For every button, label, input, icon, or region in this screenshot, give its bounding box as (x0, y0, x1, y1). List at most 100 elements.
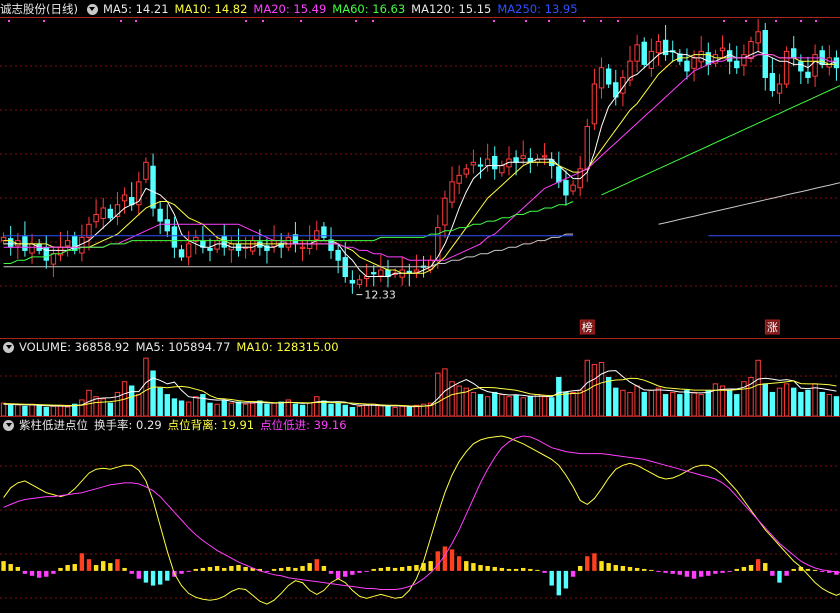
indicator-bar[interactable] (563, 570, 569, 589)
indicator-bar[interactable] (713, 570, 718, 574)
indicator-bar[interactable] (528, 568, 533, 571)
indicator-bar[interactable] (755, 559, 761, 571)
candle-body[interactable] (456, 174, 462, 184)
volume-bar[interactable] (655, 387, 662, 417)
volume-bar[interactable] (705, 389, 712, 417)
indicator-bar[interactable] (535, 569, 540, 571)
candle-body[interactable] (541, 155, 548, 158)
indicator-bar[interactable] (819, 570, 825, 572)
volume-bar[interactable] (306, 402, 313, 417)
indicator-bar[interactable] (549, 570, 554, 586)
candle-body[interactable] (634, 44, 640, 62)
indicator-bar[interactable] (186, 570, 191, 572)
volume-bar[interactable] (257, 400, 263, 417)
indicator-bar[interactable] (499, 567, 505, 571)
indicator-bar[interactable] (1, 561, 6, 571)
volume-bar[interactable] (363, 404, 370, 417)
candle-body[interactable] (207, 247, 213, 251)
volume-bar[interactable] (0, 402, 7, 417)
indicator-bar[interactable] (314, 559, 319, 571)
indicator-bar[interactable] (620, 566, 626, 571)
indicator-bar[interactable] (592, 553, 597, 571)
volume-bar[interactable] (684, 389, 690, 417)
candle-body[interactable] (93, 214, 99, 223)
candle-body[interactable] (306, 240, 313, 249)
candle-body[interactable] (250, 240, 256, 252)
candle-body[interactable] (556, 166, 562, 183)
volume-bar[interactable] (328, 403, 334, 417)
volume-bar[interactable] (64, 406, 71, 417)
candle-body[interactable] (776, 83, 783, 94)
indicator-bar[interactable] (15, 566, 21, 571)
volume-bar[interactable] (250, 402, 256, 417)
indicator-bar[interactable] (207, 566, 213, 571)
indicator-bar[interactable] (22, 570, 28, 574)
volume-bar[interactable] (584, 359, 590, 417)
volume-bar[interactable] (22, 405, 28, 417)
candle-body[interactable] (698, 50, 704, 63)
indicator-bar[interactable] (734, 568, 739, 571)
volume-bar[interactable] (164, 394, 170, 417)
volume-bar[interactable] (178, 400, 185, 417)
volume-bar[interactable] (385, 405, 391, 417)
volume-bar[interactable] (762, 383, 768, 417)
candle-body[interactable] (584, 125, 590, 170)
candle-body[interactable] (513, 157, 519, 163)
volume-bar[interactable] (314, 396, 320, 417)
volume-bar[interactable] (826, 394, 833, 417)
indicator-bar[interactable] (805, 568, 811, 571)
volume-bar[interactable] (534, 394, 541, 417)
volume-bar[interactable] (100, 398, 106, 417)
indicator-bar[interactable] (727, 570, 732, 572)
indicator-bar[interactable] (150, 570, 156, 586)
volume-bar[interactable] (470, 391, 477, 417)
volume-bar[interactable] (15, 404, 21, 417)
volume-bar[interactable] (193, 396, 199, 417)
volume-bar[interactable] (349, 406, 356, 417)
indicator-bar[interactable] (193, 568, 198, 571)
volume-bar[interactable] (591, 364, 598, 417)
candle-body[interactable] (221, 236, 227, 248)
indicator-bar[interactable] (378, 567, 384, 571)
indicator-bar[interactable] (585, 556, 590, 571)
indicator-bar[interactable] (243, 566, 248, 571)
indicator-bar[interactable] (677, 570, 683, 575)
volume-bar[interactable] (726, 389, 733, 417)
volume-bar[interactable] (477, 394, 484, 417)
candle-body[interactable] (484, 158, 491, 167)
indicator-bar[interactable] (741, 566, 747, 571)
volume-bar[interactable] (620, 389, 626, 417)
volume-bar[interactable] (677, 394, 683, 417)
volume-bar[interactable] (712, 383, 719, 417)
candle-body[interactable] (741, 54, 747, 66)
candle-body[interactable] (50, 253, 57, 265)
indicator-bar[interactable] (613, 565, 618, 571)
indicator-bar[interactable] (663, 570, 668, 573)
indicator-bar[interactable] (521, 567, 526, 571)
indicator-bar[interactable] (542, 570, 547, 573)
volume-bar[interactable] (734, 394, 740, 417)
volume-bar[interactable] (57, 404, 64, 417)
volume-bar[interactable] (698, 394, 704, 417)
indicator-bar[interactable] (36, 570, 42, 578)
candle-body[interactable] (335, 249, 341, 261)
indicator-bar[interactable] (456, 556, 462, 571)
volume-bar[interactable] (484, 396, 491, 417)
indicator-bar[interactable] (506, 568, 512, 571)
volume-bar[interactable] (214, 403, 220, 417)
volume-bar[interactable] (783, 383, 790, 417)
volume-bar[interactable] (50, 405, 57, 417)
chart-canvas[interactable]: 12.33 榜 涨 (0, 0, 840, 613)
volume-bar[interactable] (598, 361, 605, 417)
indicator-bar[interactable] (720, 570, 725, 573)
candle-body[interactable] (826, 57, 833, 68)
indicator-bar[interactable] (492, 566, 497, 571)
indicator-bar[interactable] (72, 564, 77, 571)
candle-body[interactable] (805, 71, 811, 78)
indicator-bar[interactable] (200, 567, 206, 571)
volume-bar[interactable] (371, 403, 377, 417)
indicator-bar[interactable] (293, 567, 298, 571)
volume-bar[interactable] (691, 391, 697, 417)
candle-body[interactable] (563, 180, 569, 196)
indicator-bar[interactable] (577, 566, 583, 571)
